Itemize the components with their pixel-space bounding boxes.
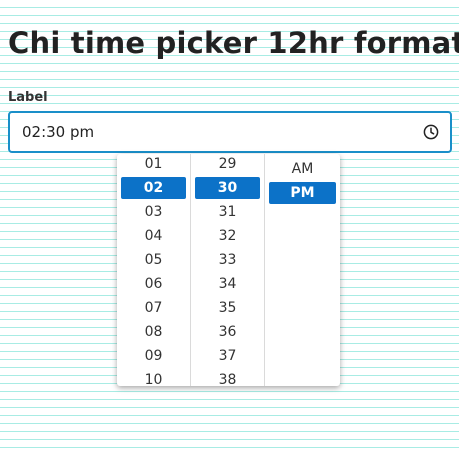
page-title: Chi time picker 12hr format (8, 26, 459, 60)
time-input-value[interactable]: 02:30 pm (22, 123, 422, 141)
hour-option[interactable]: 07 (121, 297, 186, 319)
minute-option[interactable]: 32 (195, 225, 260, 247)
period-option[interactable]: AM (269, 158, 336, 180)
time-input[interactable]: 02:30 pm (8, 111, 452, 153)
minute-column[interactable]: 29 30 31 32 33 34 35 36 37 38 (191, 154, 265, 386)
hour-option[interactable]: 09 (121, 345, 186, 367)
minute-option[interactable]: 29 (195, 154, 260, 175)
period-column[interactable]: AM PM (265, 154, 340, 386)
hour-option[interactable]: 10 (121, 369, 186, 386)
minute-option[interactable]: 34 (195, 273, 260, 295)
minute-option[interactable]: 33 (195, 249, 260, 271)
minute-option[interactable]: 35 (195, 297, 260, 319)
hour-option[interactable]: 08 (121, 321, 186, 343)
minute-option[interactable]: 38 (195, 369, 260, 386)
hour-column[interactable]: 01 02 03 04 05 06 07 08 09 10 (117, 154, 191, 386)
minute-option[interactable]: 31 (195, 201, 260, 223)
minute-option[interactable]: 36 (195, 321, 260, 343)
hour-option[interactable]: 03 (121, 201, 186, 223)
minute-option[interactable]: 37 (195, 345, 260, 367)
hour-option[interactable]: 02 (121, 177, 186, 199)
period-option[interactable]: PM (269, 182, 336, 204)
minute-option[interactable]: 30 (195, 177, 260, 199)
hour-option[interactable]: 01 (121, 154, 186, 175)
hour-option[interactable]: 04 (121, 225, 186, 247)
hour-option[interactable]: 05 (121, 249, 186, 271)
clock-icon[interactable] (422, 123, 440, 141)
time-field-label: Label (8, 90, 48, 105)
time-picker-popover: 01 02 03 04 05 06 07 08 09 10 29 30 31 32 33 34 35 36 37 3… (117, 154, 340, 386)
hour-option[interactable]: 06 (121, 273, 186, 295)
